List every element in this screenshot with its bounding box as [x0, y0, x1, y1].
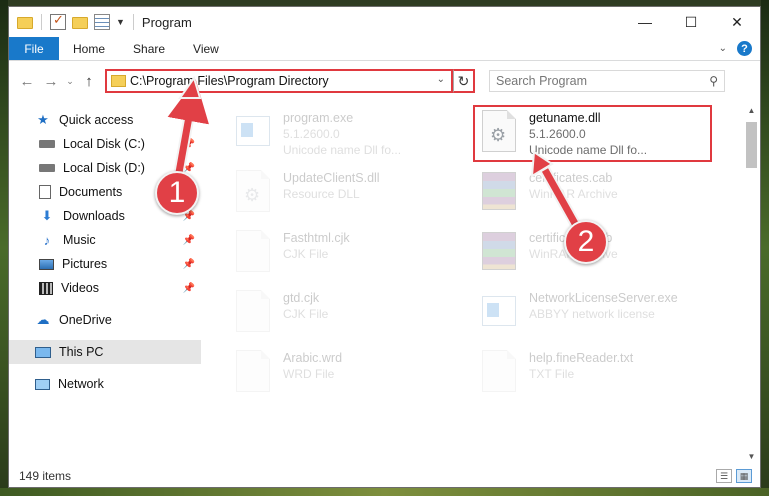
- callout-badge-2: 2: [564, 220, 608, 264]
- callout-badge-1: 1: [155, 171, 199, 215]
- callout-arrows: [167, 75, 588, 242]
